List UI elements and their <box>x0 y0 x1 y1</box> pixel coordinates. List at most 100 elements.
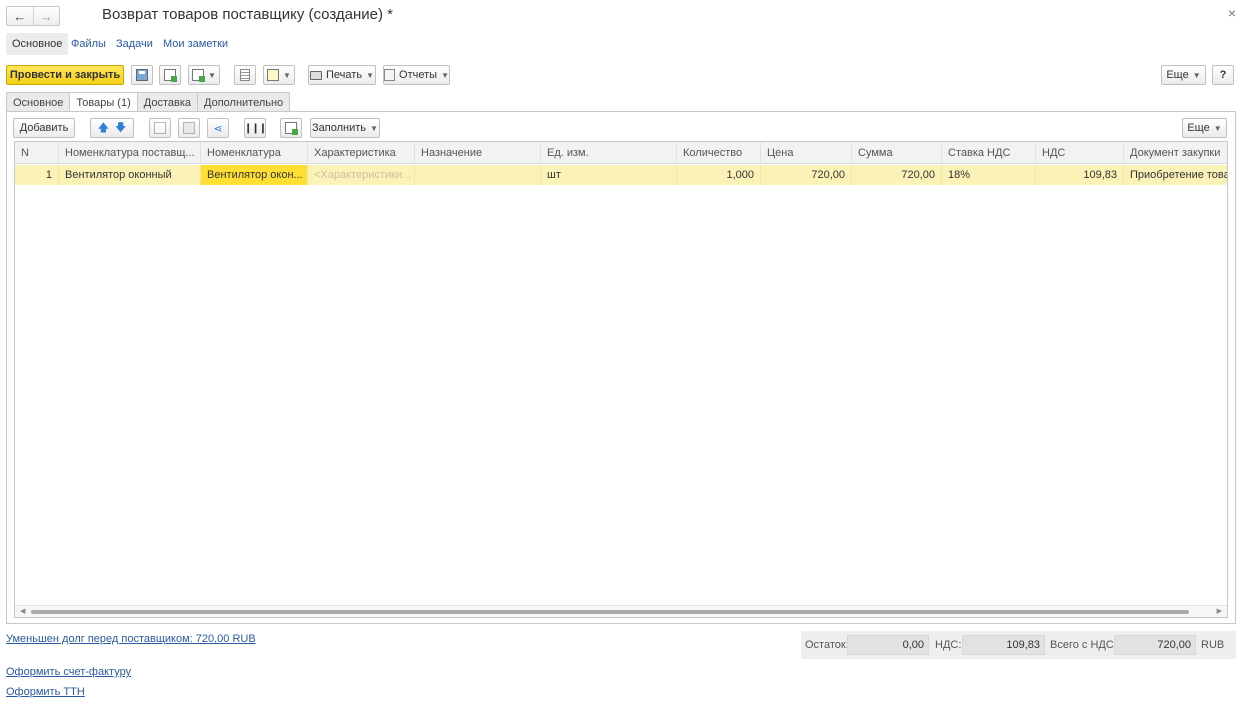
save-icon <box>136 69 148 81</box>
remainder-value: 0,00 <box>847 635 929 655</box>
cell-supplier-nomenclature[interactable]: Вентилятор оконный <box>59 165 201 185</box>
selection-icon <box>285 122 298 135</box>
column-header[interactable]: N <box>15 142 59 164</box>
section-files-link[interactable]: Файлы <box>71 38 106 50</box>
cell-price[interactable]: 720,00 <box>761 165 852 185</box>
related-documents-button[interactable]: ▼ <box>263 65 295 85</box>
chevron-down-icon: ▼ <box>441 70 449 80</box>
scroll-right-icon[interactable]: ▶ <box>1217 607 1222 615</box>
table-header: N Номенклатура поставщ... Номенклатура Х… <box>15 142 1227 164</box>
table-row[interactable]: 1 Вентилятор оконный Вентилятор окон... … <box>15 165 1227 185</box>
vat-total-value: 109,83 <box>962 635 1045 655</box>
create-invoice-link[interactable]: Оформить счет-фактуру <box>6 666 131 678</box>
table-more-button[interactable]: Еще ▼ <box>1182 118 1227 138</box>
list-icon <box>240 69 250 81</box>
cell-purchase-document[interactable]: Приобретение товар <box>1124 165 1227 185</box>
print-label: Печать <box>326 69 363 81</box>
section-main[interactable]: Основное <box>6 33 69 55</box>
more-label: Еще <box>1166 69 1189 81</box>
table-more-label: Еще <box>1187 122 1210 134</box>
column-header[interactable]: НДС <box>1036 142 1124 164</box>
total-with-vat-value: 720,00 <box>1114 635 1196 655</box>
report-icon <box>384 69 396 81</box>
cell-quantity[interactable]: 1,000 <box>677 165 761 185</box>
goods-table: N Номенклатура поставщ... Номенклатура Х… <box>14 141 1228 618</box>
fill-button[interactable]: Заполнить ▼ <box>310 118 380 138</box>
chevron-down-icon: ▼ <box>208 70 216 80</box>
chevron-down-icon: ▼ <box>283 70 291 80</box>
chevron-down-icon: ▼ <box>366 70 374 80</box>
add-button[interactable]: Добавить <box>13 118 75 138</box>
remainder-label: Остаток: <box>805 639 849 651</box>
journal-button[interactable] <box>234 65 256 85</box>
split-icon: ⋖ <box>213 122 223 135</box>
cell-unit[interactable]: шт <box>541 165 677 185</box>
column-header[interactable]: Назначение <box>415 142 541 164</box>
post-button[interactable] <box>159 65 181 85</box>
section-tasks-link[interactable]: Задачи <box>116 38 153 50</box>
tab-delivery[interactable]: Доставка <box>136 92 198 112</box>
section-notes-link[interactable]: Мои заметки <box>163 38 228 50</box>
horizontal-scrollbar[interactable]: ◀ ▶ <box>15 605 1227 617</box>
arrow-left-icon[interactable]: ← <box>7 7 33 25</box>
scrollbar-thumb[interactable] <box>31 610 1189 614</box>
column-header[interactable]: Ед. изм. <box>541 142 677 164</box>
column-header[interactable]: Документ закупки <box>1124 142 1227 164</box>
split-button[interactable]: ⋖ <box>207 118 229 138</box>
chevron-down-icon: ▼ <box>1192 70 1201 80</box>
column-header[interactable]: Ставка НДС <box>942 142 1036 164</box>
column-header[interactable]: Характеристика <box>308 142 415 164</box>
column-header[interactable]: Номенклатура <box>201 142 308 164</box>
copy-icon <box>154 122 166 134</box>
fill-label: Заполнить <box>312 122 367 134</box>
scroll-left-icon[interactable]: ◀ <box>20 607 25 615</box>
printer-icon <box>310 70 323 80</box>
create-ttn-link[interactable]: Оформить ТТН <box>6 686 85 698</box>
cell-characteristic[interactable]: <Характеристики... <box>308 165 415 185</box>
paste-button[interactable] <box>178 118 200 138</box>
save-button[interactable] <box>131 65 153 85</box>
form-tabs: Основное Товары (1) Доставка Дополнитель… <box>6 92 291 113</box>
print-button[interactable]: Печать ▼ <box>308 65 376 85</box>
currency-label: RUB <box>1201 639 1225 651</box>
create-based-icon <box>192 69 206 82</box>
create-based-on-button[interactable]: ▼ <box>188 65 220 85</box>
tab-goods[interactable]: Товары (1) <box>69 92 138 113</box>
chevron-down-icon: ▼ <box>370 123 378 133</box>
reports-button[interactable]: Отчеты ▼ <box>383 65 450 85</box>
cell-sum[interactable]: 720,00 <box>852 165 942 185</box>
move-buttons: 🡅 🡇 <box>90 118 134 138</box>
navigation-arrows: ← → <box>6 6 60 26</box>
chevron-down-icon: ▼ <box>1213 123 1222 133</box>
barcode-button[interactable]: ❙❙❙ <box>243 118 267 138</box>
cell-nomenclature[interactable]: Вентилятор окон... <box>201 165 308 185</box>
tab-main[interactable]: Основное <box>6 92 71 112</box>
close-icon[interactable]: × <box>1228 5 1236 21</box>
copy-button[interactable] <box>149 118 171 138</box>
cell-purpose[interactable] <box>415 165 541 185</box>
barcode-icon: ❙❙❙ <box>243 122 267 134</box>
post-and-close-button[interactable]: Провести и закрыть <box>6 65 124 85</box>
tab-additional[interactable]: Дополнительно <box>197 92 291 112</box>
cell-vat[interactable]: 109,83 <box>1036 165 1124 185</box>
cell-vat-rate[interactable]: 18% <box>942 165 1036 185</box>
debt-reduced-link[interactable]: Уменьшен долг перед поставщиком: 720,00 … <box>6 633 256 645</box>
vat-label: НДС: <box>935 639 962 651</box>
column-header[interactable]: Цена <box>761 142 852 164</box>
paste-icon <box>183 122 195 134</box>
arrow-down-icon[interactable]: 🡇 <box>115 119 126 138</box>
reports-label: Отчеты <box>399 69 438 81</box>
help-button[interactable]: ? <box>1212 65 1234 85</box>
more-button[interactable]: Еще ▼ <box>1161 65 1206 85</box>
arrow-up-icon[interactable]: 🡅 <box>98 119 109 138</box>
post-document-icon <box>164 69 177 82</box>
arrow-right-icon[interactable]: → <box>32 7 60 25</box>
column-header[interactable]: Сумма <box>852 142 942 164</box>
column-header[interactable]: Номенклатура поставщ... <box>59 142 201 164</box>
total-with-vat-label: Всего с НДС: <box>1050 639 1117 651</box>
selection-button[interactable] <box>280 118 302 138</box>
document-icon <box>267 69 280 81</box>
cell-line-number[interactable]: 1 <box>15 165 59 185</box>
page-title: Возврат товаров поставщику (создание) * <box>102 6 394 23</box>
column-header[interactable]: Количество <box>677 142 761 164</box>
